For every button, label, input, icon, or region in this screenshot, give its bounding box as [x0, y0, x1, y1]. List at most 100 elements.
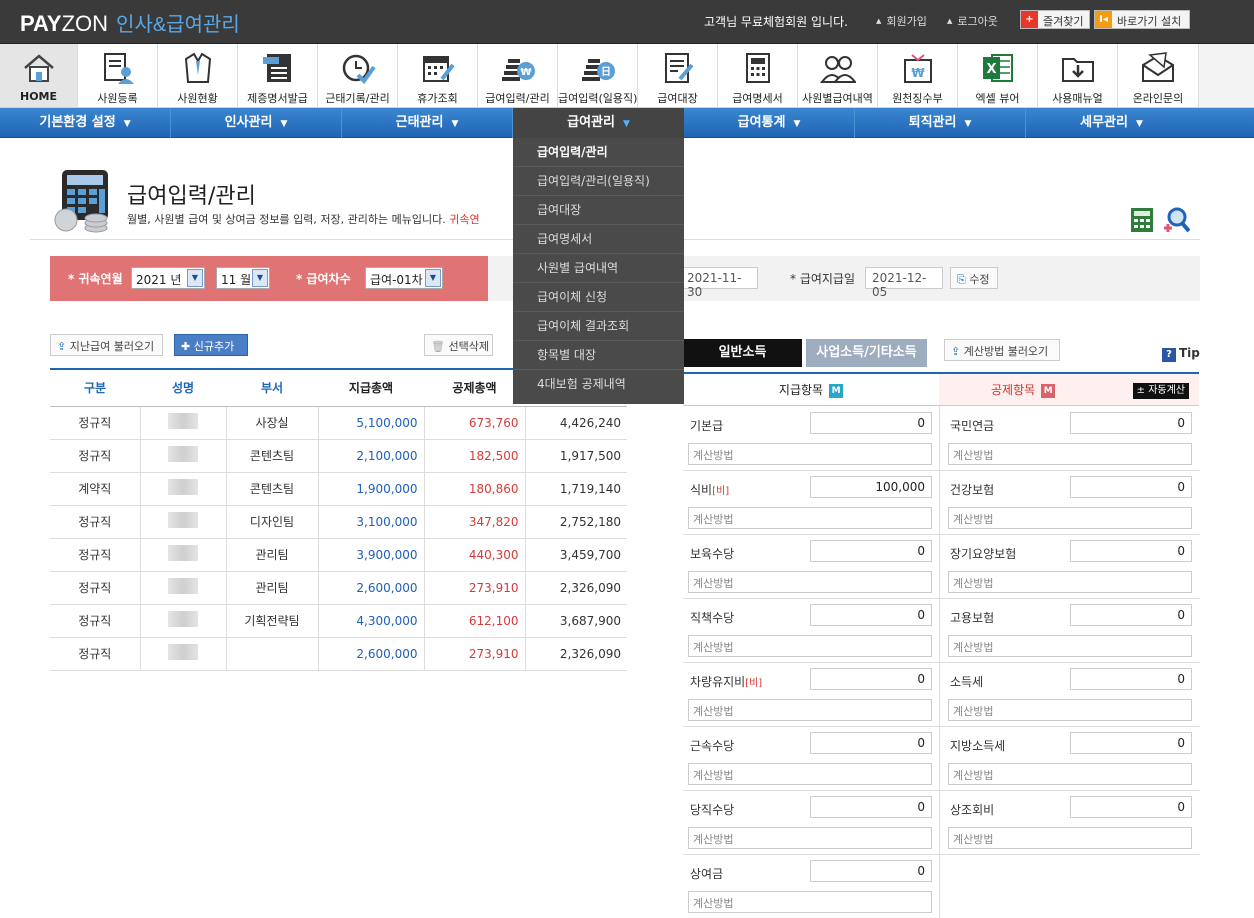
calc-method-input[interactable]: 계산방법: [948, 763, 1192, 785]
table-row[interactable]: 정규직 사장실 5,100,000 673,760 4,426,240: [50, 406, 627, 440]
column-header[interactable]: 성명: [140, 368, 226, 407]
amount-input[interactable]: 0: [1070, 796, 1192, 818]
dropdown-item-payroll-input[interactable]: 급여입력/관리: [513, 138, 684, 167]
table-row[interactable]: 정규직 기획전략팀 4,300,000 612,100 3,687,900: [50, 604, 627, 638]
amount-input[interactable]: 0: [1070, 604, 1192, 626]
net-pay-cell: 3,459,700: [525, 538, 627, 572]
dropdown-item-payroll-ledger[interactable]: 급여대장: [513, 196, 684, 225]
auto-calc-button[interactable]: ± 자동계산: [1132, 383, 1189, 399]
table-row[interactable]: 계약직 콘텐츠팀 1,900,000 180,860 1,719,140: [50, 472, 627, 506]
excel-viewer-button[interactable]: X 엑셀 뷰어: [958, 44, 1038, 107]
amount-input[interactable]: 0: [1070, 476, 1192, 498]
add-new-button[interactable]: ✚ 신규추가: [174, 334, 248, 356]
calc-method-input[interactable]: 계산방법: [688, 827, 932, 849]
manual-button[interactable]: 사용매뉴얼: [1038, 44, 1118, 107]
column-header[interactable]: 구분: [50, 368, 140, 407]
table-row[interactable]: 정규직 관리팀 3,900,000 440,300 3,459,700: [50, 538, 627, 572]
dropdown-item-payroll-daily[interactable]: 급여입력/관리(일용직): [513, 167, 684, 196]
favorite-button[interactable]: + 즐겨찾기: [1020, 10, 1090, 29]
dropdown-item-insurance-deduction[interactable]: 4대보험 공제내역: [513, 370, 684, 399]
amount-input[interactable]: 0: [1070, 668, 1192, 690]
certificate-button[interactable]: 제증명서발급: [238, 44, 318, 107]
online-inquiry-button[interactable]: 온라인문의: [1118, 44, 1199, 107]
calc-method-input[interactable]: 계산방법: [948, 507, 1192, 529]
load-prev-pay-button[interactable]: ⇪ 지난급여 불러오기: [50, 334, 163, 356]
amount-input[interactable]: 0: [810, 668, 932, 690]
amount-input[interactable]: 0: [1070, 732, 1192, 754]
calc-method-input[interactable]: 계산방법: [948, 827, 1192, 849]
calc-method-input[interactable]: 계산방법: [688, 699, 932, 721]
payslip-button[interactable]: 급여명세서: [718, 44, 798, 107]
period-end-date-field[interactable]: 2021-11-30: [680, 267, 758, 299]
dropdown-item-employee-pay-history[interactable]: 사원별 급여내역: [513, 254, 684, 283]
column-header[interactable]: 지급총액: [318, 368, 424, 407]
menu-attendance[interactable]: 근태관리 ▼: [342, 108, 513, 138]
amount-input[interactable]: 0: [1070, 540, 1192, 562]
withholding-button[interactable]: ₩ 원천징수부: [878, 44, 958, 107]
menu-payroll[interactable]: 급여관리 ▼: [513, 108, 684, 138]
employee-register-button[interactable]: 사원등록: [78, 44, 158, 107]
calc-method-input[interactable]: 계산방법: [688, 571, 932, 593]
column-header[interactable]: 공제총액: [424, 368, 525, 407]
shortcut-install-button[interactable]: I◂ 바로가기 설치: [1094, 10, 1190, 29]
manage-deduction-items-icon[interactable]: M: [1041, 383, 1056, 398]
amount-input[interactable]: 0: [810, 540, 932, 562]
menu-tax[interactable]: 세무관리 ▼: [1026, 108, 1197, 138]
home-button[interactable]: HOME: [0, 44, 78, 107]
calc-method-input[interactable]: 계산방법: [948, 443, 1192, 465]
manage-pay-items-icon[interactable]: M: [829, 383, 844, 398]
employee-pay-history-button[interactable]: 사원별급여내역: [798, 44, 878, 107]
round-select[interactable]: 급여-01차 ▼: [365, 267, 443, 289]
amount-input[interactable]: 0: [1070, 412, 1192, 434]
payroll-input-button[interactable]: ₩ 급여입력/관리: [478, 44, 558, 107]
amount-input[interactable]: 0: [810, 604, 932, 626]
pay-date-field[interactable]: 2021-12-05: [865, 267, 943, 299]
amount-input[interactable]: 0: [810, 732, 932, 754]
table-row[interactable]: 정규직 2,600,000 273,910 2,326,090: [50, 637, 627, 671]
table-row[interactable]: 정규직 디자인팀 3,100,000 347,820 2,752,180: [50, 505, 627, 539]
menu-basic-settings[interactable]: 기본환경 설정 ▼: [0, 108, 171, 138]
calc-method-input[interactable]: 계산방법: [688, 443, 932, 465]
amount-input[interactable]: 100,000: [810, 476, 932, 498]
row-divider: [683, 726, 1199, 727]
employee-status-button[interactable]: 사원현황: [158, 44, 238, 107]
tip-button[interactable]: ? Tip: [1162, 346, 1200, 362]
tab-business-income[interactable]: 사업소득/기타소득: [806, 339, 927, 367]
menu-hr[interactable]: 인사관리 ▼: [171, 108, 342, 138]
calculator-icon[interactable]: [1130, 207, 1154, 233]
edit-button[interactable]: ⎘ 수정: [950, 267, 998, 289]
calc-method-input[interactable]: 계산방법: [688, 507, 932, 529]
calc-method-input[interactable]: 계산방법: [948, 635, 1192, 657]
logo[interactable]: PAYZON 인사&급여관리: [20, 8, 240, 37]
calc-method-input[interactable]: 계산방법: [948, 571, 1192, 593]
dropdown-item-transfer-request[interactable]: 급여이체 신청: [513, 283, 684, 312]
amount-input[interactable]: 0: [810, 412, 932, 434]
amount-input[interactable]: 0: [810, 860, 932, 882]
calc-method-input[interactable]: 계산방법: [948, 699, 1192, 721]
magnifier-plus-icon[interactable]: [1162, 206, 1190, 234]
payroll-ledger-button[interactable]: 급여대장: [638, 44, 718, 107]
year-select[interactable]: 2021 년 ▼: [131, 267, 205, 289]
delete-selected-button[interactable]: 🗑 선택삭제: [424, 334, 493, 356]
column-header[interactable]: 부서: [226, 368, 318, 407]
table-row[interactable]: 정규직 콘텐츠팀 2,100,000 182,500 1,917,500: [50, 439, 627, 473]
calc-method-input[interactable]: 계산방법: [688, 635, 932, 657]
table-row[interactable]: 정규직 관리팀 2,600,000 273,910 2,326,090: [50, 571, 627, 605]
month-select[interactable]: 11 월 ▼: [216, 267, 270, 289]
calc-method-input[interactable]: 계산방법: [688, 763, 932, 785]
amount-input[interactable]: 0: [810, 796, 932, 818]
calc-method-input[interactable]: 계산방법: [688, 891, 932, 913]
dropdown-item-payslip[interactable]: 급여명세서: [513, 225, 684, 254]
dropdown-item-transfer-result[interactable]: 급여이체 결과조회: [513, 312, 684, 341]
menu-retirement[interactable]: 퇴직관리 ▼: [855, 108, 1026, 138]
logout-link[interactable]: 로그아웃: [947, 13, 997, 29]
tab-general-income[interactable]: 일반소득: [683, 339, 802, 367]
join-link[interactable]: 회원가입: [876, 13, 926, 29]
menu-pay-stats[interactable]: 급여통계 ▼: [684, 108, 855, 138]
load-calc-method-button[interactable]: ⇪ 계산방법 불러오기: [944, 339, 1060, 361]
menu-retirement-label: 퇴직관리: [908, 115, 957, 130]
payroll-daily-button[interactable]: 日 급여입력(일용직): [558, 44, 638, 107]
dropdown-item-item-ledger[interactable]: 항목별 대장: [513, 341, 684, 370]
attendance-button[interactable]: 근태기록/관리: [318, 44, 398, 107]
vacation-button[interactable]: 휴가조회: [398, 44, 478, 107]
